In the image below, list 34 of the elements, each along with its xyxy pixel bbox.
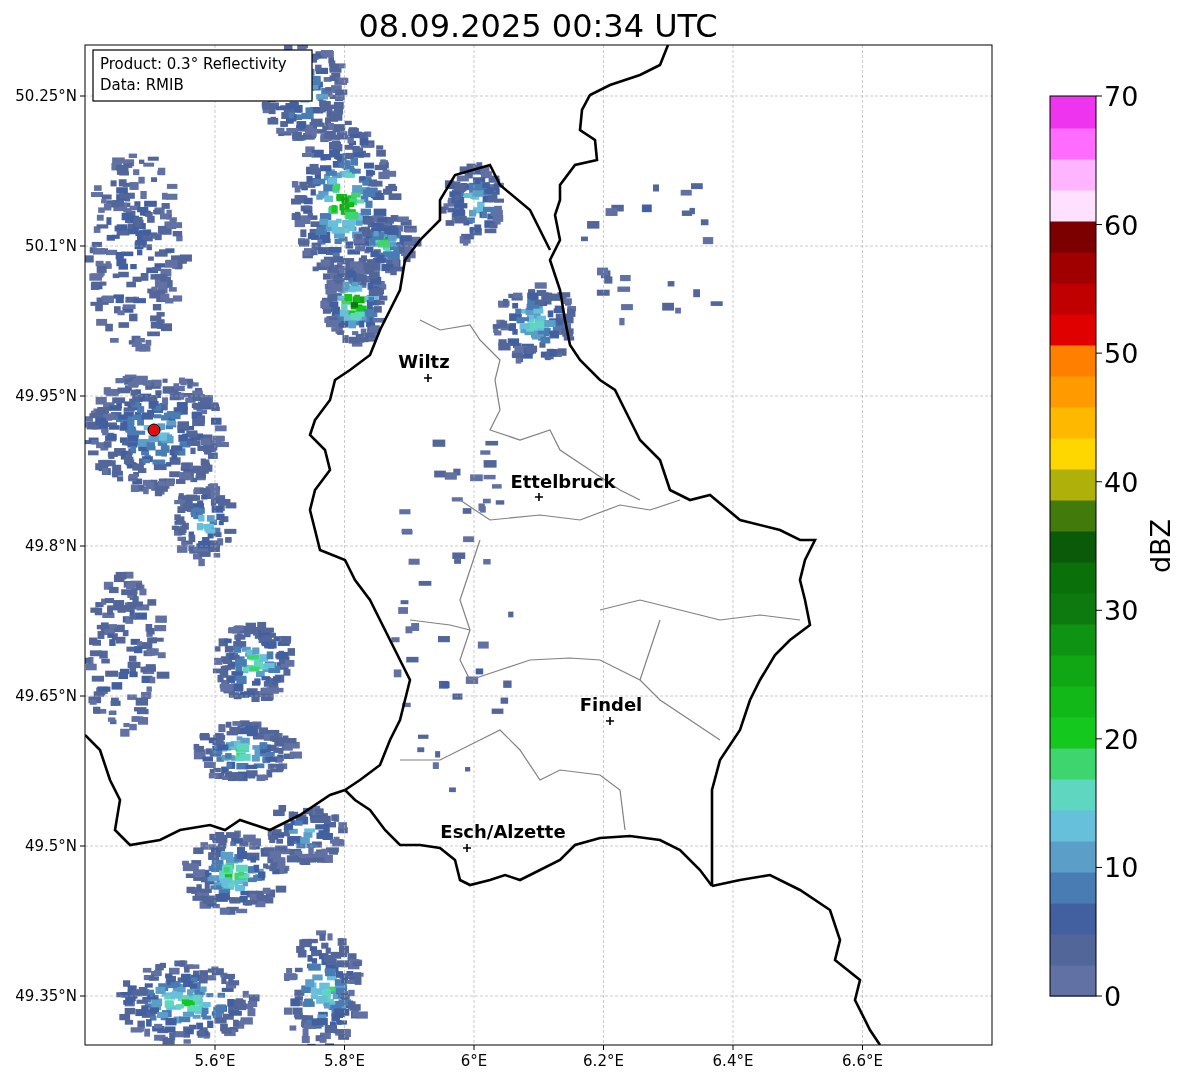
axis-tick-label: 49.95°N [15, 387, 77, 405]
colorbar-tick-label: 70 [1104, 81, 1139, 112]
axis-tick-label: 50.25°N [15, 87, 77, 105]
city-marker-icon [605, 716, 615, 726]
city-label: Findel [579, 694, 643, 715]
info-text: Data: RMIB [100, 76, 184, 94]
axis-tick-label: 49.5°N [24, 837, 77, 855]
colorbar-tick-label: 0 [1104, 981, 1122, 1012]
colorbar-tick-label: 20 [1104, 723, 1139, 755]
axis-tick-label: 6°E [460, 1052, 488, 1070]
axis-tick-label: 5.8°E [324, 1052, 365, 1070]
city-marker-icon [462, 843, 472, 853]
colorbar-tick-label: 60 [1104, 209, 1139, 241]
axis-tick-label: 49.8°N [24, 537, 77, 555]
colorbar-tick-label: 40 [1104, 466, 1139, 498]
axis-tick-label: 50.1°N [24, 237, 77, 255]
chart-title: 08.09.2025 00:34 UTC [358, 7, 718, 45]
axis-tick-label: 5.6°E [194, 1052, 236, 1070]
colorbar-tick-label: 10 [1104, 852, 1139, 884]
axis-tick-label: 49.65°N [15, 687, 77, 705]
city-label: Wiltz [398, 351, 450, 372]
axis-tick-label: 6.4°E [712, 1052, 754, 1070]
radar-site-marker [147, 423, 161, 437]
info-text: Product: 0.3° Reflectivity [100, 55, 287, 73]
city-label: Esch/Alzette [440, 821, 566, 842]
colorbar-tick-label: 30 [1104, 595, 1139, 627]
axis-tick-label: 6.6°E [842, 1052, 883, 1070]
axis-tick-label: 6.2°E [583, 1052, 624, 1070]
colorbar-label: dBZ [1145, 518, 1176, 574]
city-marker-icon [534, 492, 544, 502]
city-marker-icon [423, 373, 433, 383]
axis-tick-label: 49.35°N [15, 987, 77, 1005]
city-label: Ettelbruck [510, 471, 616, 492]
colorbar-tick-label: 50 [1104, 338, 1139, 370]
